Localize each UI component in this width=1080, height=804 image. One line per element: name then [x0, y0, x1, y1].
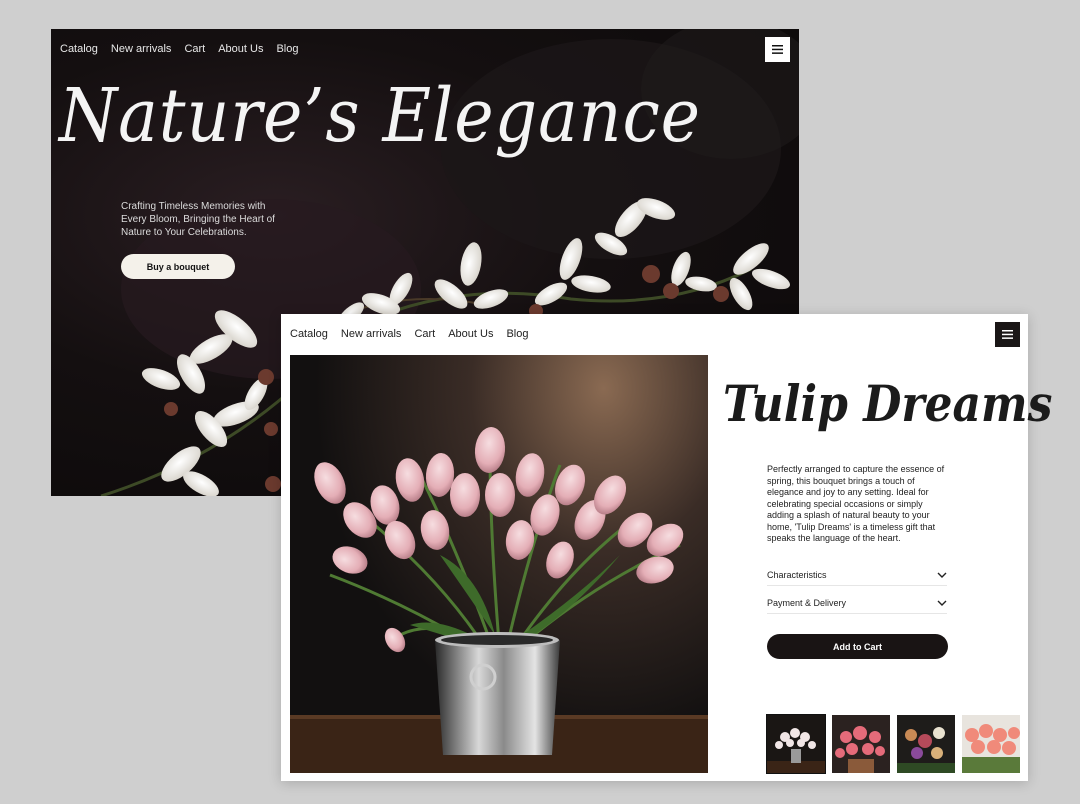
- nav-link-blog[interactable]: Blog: [276, 43, 298, 55]
- product-menu-button[interactable]: [995, 322, 1020, 347]
- nav-link-new-arrivals[interactable]: New arrivals: [111, 43, 172, 55]
- nav-link-about-us[interactable]: About Us: [448, 328, 493, 340]
- product-card: Catalog New arrivals Cart About Us Blog: [281, 314, 1052, 781]
- nav-link-new-arrivals[interactable]: New arrivals: [341, 328, 402, 340]
- product-title: Tulip Dreams: [723, 374, 1053, 433]
- accordion-label: Payment & Delivery: [767, 597, 847, 608]
- nav-link-about-us[interactable]: About Us: [218, 43, 263, 55]
- tulip-bouquet-illustration: [290, 427, 708, 773]
- nav-link-blog[interactable]: Blog: [506, 328, 528, 340]
- chevron-down-icon: [937, 572, 947, 578]
- hero-navbar: Catalog New arrivals Cart About Us Blog: [60, 43, 299, 55]
- thumbnail-gallery: [766, 714, 1020, 774]
- product-description: Perfectly arranged to capture the essenc…: [767, 464, 945, 543]
- add-to-cart-button[interactable]: Add to Cart: [767, 634, 948, 659]
- thumbnail-coral-roses[interactable]: [962, 715, 1020, 773]
- thumbnail-mixed-bouquet[interactable]: [897, 715, 955, 773]
- chevron-down-icon: [937, 600, 947, 606]
- hero-menu-button[interactable]: [765, 37, 790, 62]
- accordion-label: Characteristics: [767, 569, 827, 580]
- thumbnail-white-tulips[interactable]: [766, 714, 826, 774]
- hero-tagline: Crafting Timeless Memories with Every Bl…: [121, 201, 275, 238]
- payment-delivery-accordion[interactable]: Payment & Delivery: [767, 592, 947, 614]
- hero-title: Nature’s Elegance: [59, 73, 701, 159]
- nav-link-catalog[interactable]: Catalog: [60, 43, 98, 55]
- nav-link-cart[interactable]: Cart: [184, 43, 205, 55]
- product-main-image: [290, 355, 708, 773]
- hamburger-icon: [772, 45, 783, 54]
- hamburger-icon: [1002, 330, 1013, 339]
- characteristics-accordion[interactable]: Characteristics: [767, 564, 947, 586]
- nav-link-cart[interactable]: Cart: [414, 328, 435, 340]
- thumbnail-pink-bouquet[interactable]: [832, 715, 890, 773]
- buy-bouquet-button[interactable]: Buy a bouquet: [121, 254, 235, 279]
- product-navbar: Catalog New arrivals Cart About Us Blog: [290, 328, 529, 340]
- nav-link-catalog[interactable]: Catalog: [290, 328, 328, 340]
